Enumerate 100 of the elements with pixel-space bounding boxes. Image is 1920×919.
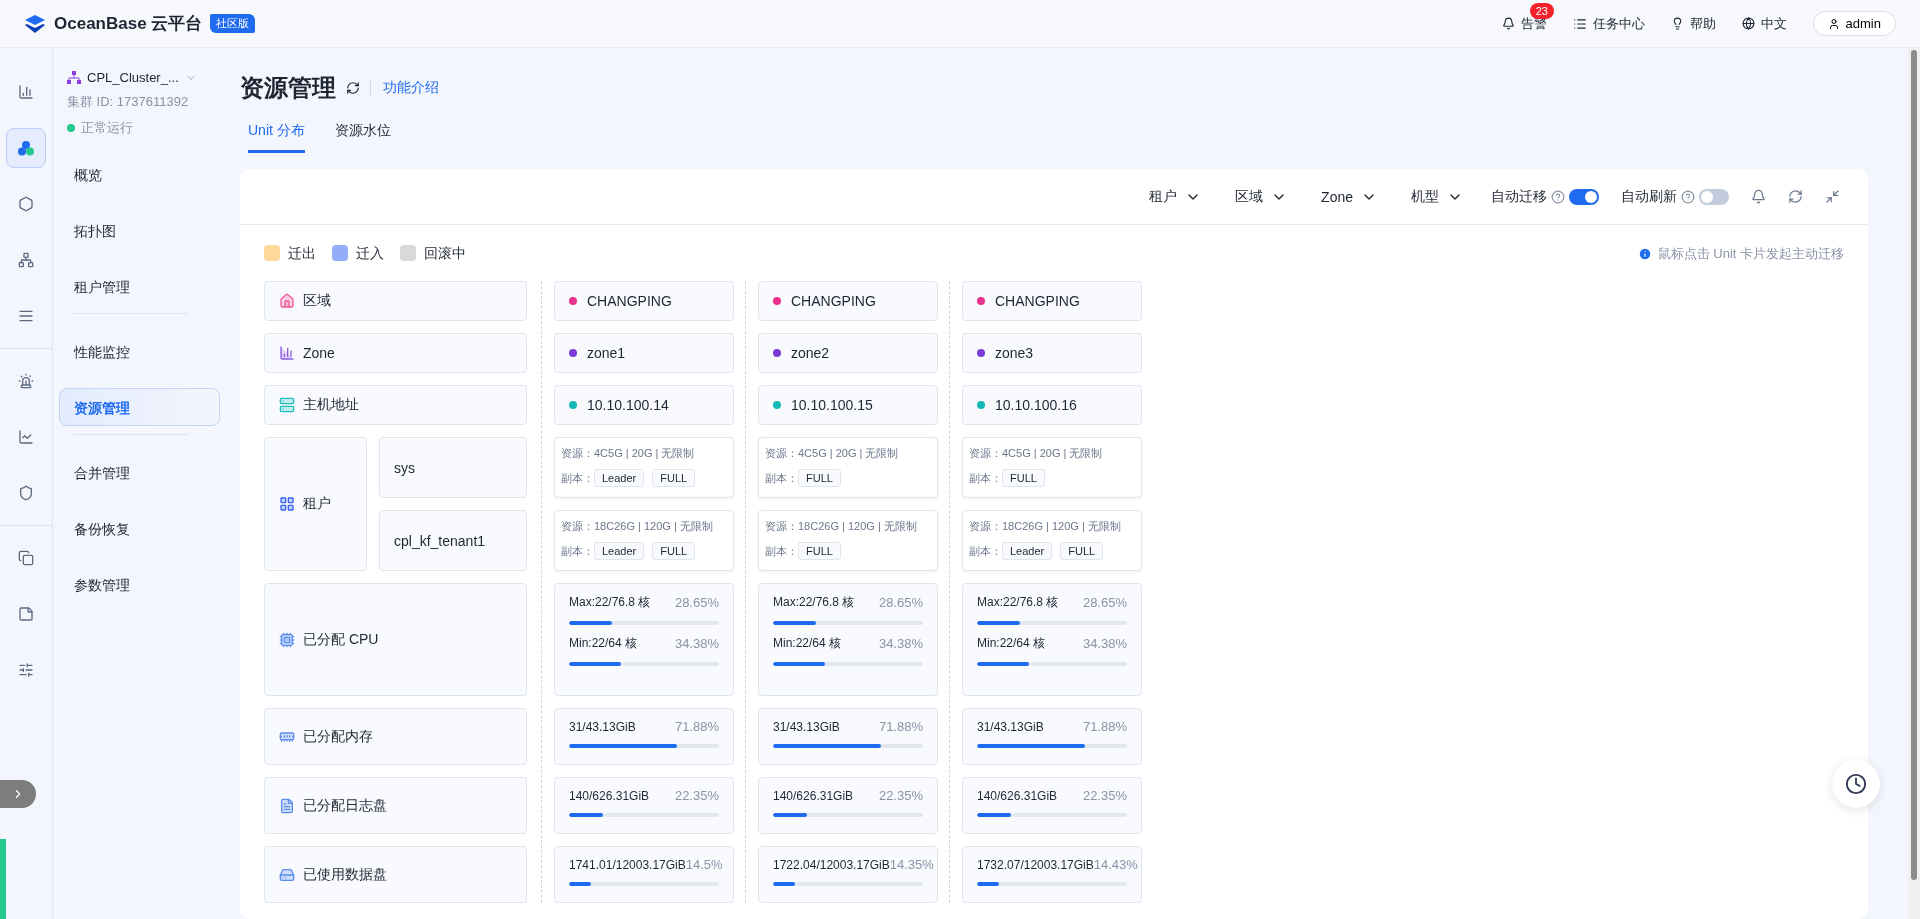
metric-value: 140/626.31GiB [569, 788, 650, 803]
tab[interactable]: 资源水位 [334, 122, 391, 153]
unit-resource: 资源：18C26G | 120G | 无限制 [561, 519, 714, 534]
sidebar-item[interactable]: 合并管理 [59, 453, 220, 491]
node-value: CHANGPING [995, 293, 1080, 309]
tab[interactable]: Unit 分布 [248, 122, 305, 153]
metric-percent: 14.5% [685, 857, 723, 872]
replica-label: 副本： [765, 545, 798, 557]
filter-dropdown[interactable]: 区域 [1229, 186, 1294, 207]
metric-value: 31/43.13GiB [569, 719, 636, 734]
metric-percent: 28.65% [1082, 595, 1127, 610]
row-label-text: 已分配 CPU [303, 630, 379, 649]
node-value: CHANGPING [791, 293, 876, 309]
metric-percent: 34.38% [878, 636, 923, 651]
metric-percent: 28.65% [674, 595, 719, 610]
replica-tag: FULL [1002, 469, 1045, 487]
replica-tag: FULL [652, 542, 696, 560]
replica-tag: Leader [1002, 542, 1053, 560]
sidebar-item[interactable]: 概览 [59, 155, 220, 193]
metric-percent: 71.88% [878, 719, 923, 734]
metric-percent: 22.35% [1082, 788, 1127, 803]
replica-label: 副本： [561, 545, 594, 557]
node-value: 10.10.100.16 [995, 397, 1077, 413]
replica-tag: Leader [594, 542, 645, 560]
intro-link[interactable]: 功能介绍 [370, 79, 439, 97]
metric-percent: 14.43% [1093, 857, 1138, 872]
replica-label: 副本： [969, 545, 1002, 557]
metric-percent: 22.35% [674, 788, 719, 803]
page-title: 资源管理 [240, 73, 336, 103]
brand-name: OceanBase 云平台 [54, 13, 203, 35]
row-label-text: 主机地址 [303, 396, 359, 414]
replica-label: 副本： [765, 472, 798, 484]
metric-value: 140/626.31GiB [773, 788, 854, 803]
user-button[interactable]: admin [1812, 11, 1896, 36]
replica-tag: Leader [594, 469, 645, 487]
metric-value: 31/43.13GiB [773, 719, 840, 734]
unit-resource: 资源：18C26G | 120G | 无限制 [765, 519, 918, 534]
filter-dropdown[interactable]: 机型 [1405, 186, 1469, 207]
legend-item: 回滚中 [400, 245, 466, 263]
sidebar-item[interactable]: 资源管理 [59, 388, 220, 426]
metric-percent: 71.88% [1082, 719, 1127, 734]
metric-percent: 34.38% [1082, 636, 1127, 651]
metric-value: Max:22/76.8 核 [569, 594, 651, 611]
unit-card[interactable]: 资源：18C26G | 120G | 无限制 副本： Leader FULL [554, 510, 734, 571]
hint-text: 鼠标点击 Unit 卡片发起主动迁移 [1657, 245, 1844, 263]
sidebar-item[interactable]: 性能监控 [59, 332, 220, 370]
row-label-text: 租户 [303, 495, 331, 513]
unit-card[interactable]: 资源：18C26G | 120G | 无限制 副本： Leader FULL [962, 510, 1142, 571]
metric-value: 1722.04/12003.17GiB [773, 857, 890, 872]
tenant-name: cpl_kf_tenant1 [379, 510, 527, 571]
metric-value: Min:22/64 核 [977, 635, 1046, 652]
replica-tag: FULL [652, 469, 696, 487]
metric-value: 1732.07/12003.17GiB [977, 857, 1094, 872]
node-value: CHANGPING [587, 293, 672, 309]
row-label-text: 区域 [303, 292, 331, 310]
node-value: zone2 [791, 345, 830, 361]
row-label-text: Zone [303, 345, 335, 361]
help-link[interactable]: 帮助 [1670, 14, 1716, 33]
language-link[interactable]: 中文 [1741, 14, 1787, 33]
metric-percent: 22.35% [878, 788, 923, 803]
tasks-link[interactable]: 任务中心 [1572, 14, 1645, 33]
unit-resource: 资源：4C5G | 20G | 无限制 [969, 446, 1104, 461]
alarm-count: 23 [1529, 3, 1554, 19]
replica-label: 副本： [969, 472, 1002, 484]
edition-badge: 社区版 [210, 14, 256, 33]
metric-value: 1741.01/12003.17GiB [569, 857, 686, 872]
sidebar-item[interactable]: 参数管理 [59, 565, 220, 603]
node-value: zone1 [587, 345, 626, 361]
node-value: 10.10.100.14 [587, 397, 669, 413]
unit-card[interactable]: 资源：18C26G | 120G | 无限制 副本： FULL [758, 510, 938, 571]
sidebar-item[interactable]: 备份恢复 [59, 509, 220, 547]
unit-card[interactable]: 资源：4C5G | 20G | 无限制 副本： Leader FULL [554, 437, 734, 498]
cluster-id: 集群 ID: 1737611392 [67, 93, 189, 111]
row-label-text: 已使用数据盘 [303, 865, 387, 884]
filter-dropdown[interactable]: 租户 [1143, 186, 1208, 207]
unit-card[interactable]: 资源：4C5G | 20G | 无限制 副本： FULL [962, 437, 1142, 498]
unit-resource: 资源：4C5G | 20G | 无限制 [561, 446, 696, 461]
cluster-name[interactable]: CPL_Cluster_... [87, 70, 179, 85]
replica-tag: FULL [798, 542, 841, 560]
metric-value: Min:22/64 核 [569, 635, 638, 652]
unit-card[interactable]: 资源：4C5G | 20G | 无限制 副本： FULL [758, 437, 938, 498]
row-label-text: 已分配日志盘 [303, 796, 387, 815]
tenant-name: sys [379, 437, 527, 498]
metric-value: Min:22/64 核 [773, 635, 842, 652]
cluster-status: 正常运行 [81, 119, 133, 137]
replica-tag: FULL [1060, 542, 1104, 560]
metric-value: 31/43.13GiB [977, 719, 1044, 734]
sidebar-item[interactable]: 拓扑图 [59, 211, 220, 249]
replica-label: 副本： [561, 472, 594, 484]
filter-dropdown[interactable]: Zone [1315, 187, 1383, 206]
metric-value: 140/626.31GiB [977, 788, 1058, 803]
metric-percent: 34.38% [674, 636, 719, 651]
legend-item: 迁入 [332, 245, 384, 263]
metric-value: Max:22/76.8 核 [773, 594, 855, 611]
toggle-label: 自动迁移 [1491, 187, 1547, 206]
node-value: zone3 [995, 345, 1034, 361]
legend-item: 迁出 [264, 245, 316, 263]
sidebar-item[interactable]: 租户管理 [59, 267, 220, 305]
metric-percent: 71.88% [674, 719, 719, 734]
toggle-label: 自动刷新 [1621, 187, 1677, 206]
